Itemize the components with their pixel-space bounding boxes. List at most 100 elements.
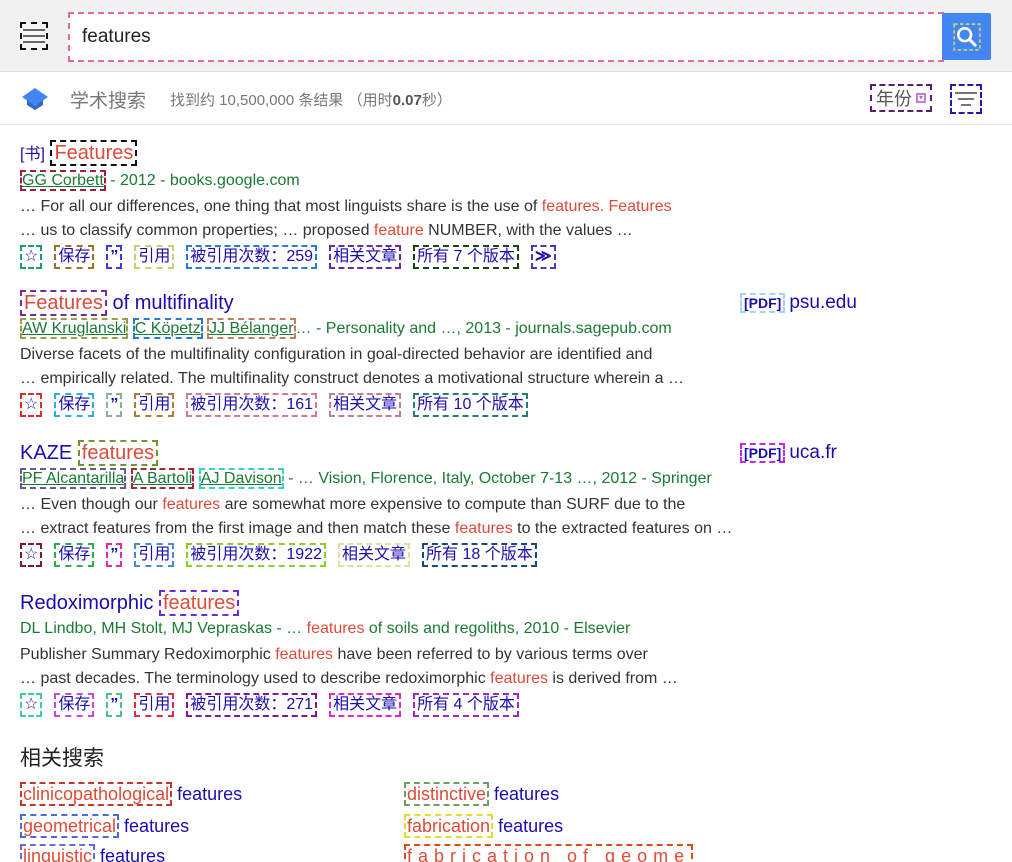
pdf-link[interactable]: [PDF] psu.edu: [740, 292, 857, 314]
result-title-rest[interactable]: of multifinality: [107, 292, 233, 314]
result-snippet: … empirically related. The multifinality…: [20, 367, 742, 391]
snippet-text: is derived from …: [547, 670, 678, 687]
save-button[interactable]: 保存: [54, 393, 95, 417]
related-search-text[interactable]: features: [489, 784, 559, 804]
result-title-link[interactable]: features: [158, 590, 240, 616]
star-icon[interactable]: ☆: [20, 393, 43, 417]
cited-by-link[interactable]: 被引用次数：161: [186, 393, 318, 417]
related-search-link[interactable]: linguistic features: [20, 844, 165, 862]
snippet-text: to the extracted features on …: [512, 520, 733, 537]
all-versions-link[interactable]: 所有 7 个版本: [413, 245, 519, 269]
all-versions-link[interactable]: 所有 18 个版本: [422, 543, 537, 567]
quote-icon[interactable]: ”: [106, 245, 123, 269]
related-search-link[interactable]: fabrication features: [404, 814, 563, 838]
related-search-highlight[interactable]: fabrication of geome: [404, 844, 694, 862]
related-search-text[interactable]: features: [493, 816, 563, 836]
snippet-text: have been referred to by various terms o…: [333, 646, 648, 663]
related-articles-link[interactable]: 相关文章: [337, 543, 410, 567]
related-search-link[interactable]: fabrication of geome: [404, 844, 694, 862]
results-header: 学术搜索 找到约 10,500,000 条结果 （用时0.07秒） 年份 ▾: [0, 72, 1012, 125]
result-title-link[interactable]: Features: [20, 290, 107, 316]
save-button[interactable]: 保存: [54, 693, 95, 717]
search-input[interactable]: [70, 14, 942, 60]
author-link[interactable]: PF Alcantarilla: [20, 468, 127, 489]
result-title[interactable]: Features of multifinality: [20, 290, 760, 316]
cite-button[interactable]: 引用: [134, 393, 175, 417]
related-articles-link[interactable]: 相关文章: [329, 693, 402, 717]
year-filter-button[interactable]: 年份 ▾: [870, 84, 932, 112]
result-item: KAZE features PF Alcantarilla A Bartoli …: [20, 440, 760, 567]
related-search-highlight[interactable]: distinctive: [404, 782, 490, 806]
result-actions: ☆ 保存 ” 引用 被引用次数：161 相关文章 所有 10 个版本: [20, 393, 760, 417]
cited-by-link[interactable]: 被引用次数：271: [186, 693, 318, 717]
related-search-link[interactable]: geometrical features: [20, 814, 189, 838]
cite-button[interactable]: 引用: [134, 543, 175, 567]
search-button[interactable]: [942, 13, 991, 60]
quote-icon[interactable]: ”: [106, 693, 123, 717]
related-search-link[interactable]: clinicopathological features: [20, 782, 242, 806]
result-snippet: … past decades. The terminology used to …: [20, 667, 742, 691]
related-articles-link[interactable]: 相关文章: [329, 393, 402, 417]
star-icon[interactable]: ☆: [20, 693, 43, 717]
related-search-highlight[interactable]: linguistic: [20, 844, 96, 862]
result-authors: DL Lindbo, MH Stolt, MJ Vepraskas - …: [20, 620, 307, 637]
star-icon[interactable]: ☆: [20, 245, 43, 269]
pdf-source[interactable]: psu.edu: [789, 292, 857, 313]
result-source: of soils and regoliths, 2010 - Elsevier: [364, 620, 631, 637]
result-title-pre[interactable]: KAZE: [20, 442, 78, 464]
author-link[interactable]: JJ Bélanger: [207, 318, 296, 339]
search-box[interactable]: [68, 12, 944, 62]
save-button[interactable]: 保存: [54, 543, 95, 567]
quote-icon[interactable]: ”: [106, 543, 123, 567]
time-prefix: （用时: [347, 92, 393, 109]
pdf-tag[interactable]: [PDF]: [740, 293, 786, 313]
result-title-link[interactable]: Features: [50, 140, 138, 166]
all-versions-link[interactable]: 所有 10 个版本: [413, 393, 528, 417]
cited-by-link[interactable]: 被引用次数：259: [186, 245, 318, 269]
author-link[interactable]: GG Corbett: [20, 170, 106, 191]
snippet-highlight: features: [454, 520, 513, 537]
result-title-link[interactable]: features: [77, 440, 159, 466]
chevron-down-icon[interactable]: ▾: [916, 93, 926, 103]
snippet-text: … empirically related. The multifinality…: [20, 370, 684, 387]
related-search-highlight[interactable]: fabrication: [404, 814, 494, 838]
snippet-text: … past decades. The terminology used to …: [20, 670, 491, 687]
more-icon[interactable]: ≫: [530, 245, 556, 269]
menu-icon[interactable]: [20, 22, 48, 50]
related-search-text[interactable]: features: [95, 846, 165, 862]
author-link[interactable]: A Bartoli: [130, 468, 195, 489]
result-title[interactable]: Redoximorphic features: [20, 590, 760, 616]
related-search-highlight[interactable]: geometrical: [20, 814, 120, 838]
star-icon[interactable]: ☆: [20, 543, 43, 567]
related-search-text[interactable]: features: [119, 816, 189, 836]
result-source: - 2012 - books.google.com: [105, 172, 300, 189]
snippet-text: Publisher Summary Redoximorphic: [20, 646, 276, 663]
cite-button[interactable]: 引用: [134, 245, 175, 269]
related-search-highlight[interactable]: clinicopathological: [20, 782, 173, 806]
snippet-text: Diverse facets of the multifinality conf…: [20, 346, 653, 363]
result-title[interactable]: KAZE features: [20, 440, 760, 466]
result-snippet: Diverse facets of the multifinality conf…: [20, 343, 742, 367]
author-link[interactable]: AW Kruglanski: [20, 318, 129, 339]
all-versions-link[interactable]: 所有 4 个版本: [413, 693, 519, 717]
snippet-text: … us to classify common properties; … pr…: [20, 222, 374, 239]
save-button[interactable]: 保存: [54, 245, 95, 269]
related-articles-link[interactable]: 相关文章: [329, 245, 402, 269]
related-search-text[interactable]: features: [172, 784, 242, 804]
cited-by-link[interactable]: 被引用次数：1922: [186, 543, 326, 567]
author-link[interactable]: AJ Davison: [198, 468, 284, 489]
result-count: 找到约 10,500,000 条结果 （用时0.07秒）: [170, 89, 452, 110]
pdf-source[interactable]: uca.fr: [789, 442, 837, 463]
quote-icon[interactable]: ”: [106, 393, 123, 417]
related-search-link[interactable]: distinctive features: [404, 782, 559, 806]
filter-icon[interactable]: [950, 84, 982, 114]
result-item: [书] Features GG Corbett - 2012 - books.g…: [20, 140, 760, 269]
author-link[interactable]: C Köpetz: [132, 318, 203, 339]
time-value: 0.07: [392, 92, 422, 109]
pdf-link[interactable]: [PDF] uca.fr: [740, 442, 837, 464]
pdf-tag[interactable]: [PDF]: [740, 443, 786, 463]
cite-button[interactable]: 引用: [134, 693, 175, 717]
result-title-pre[interactable]: Redoximorphic: [20, 592, 159, 614]
search-icon: [952, 22, 981, 51]
result-snippet: … For all our differences, one thing tha…: [20, 195, 742, 219]
